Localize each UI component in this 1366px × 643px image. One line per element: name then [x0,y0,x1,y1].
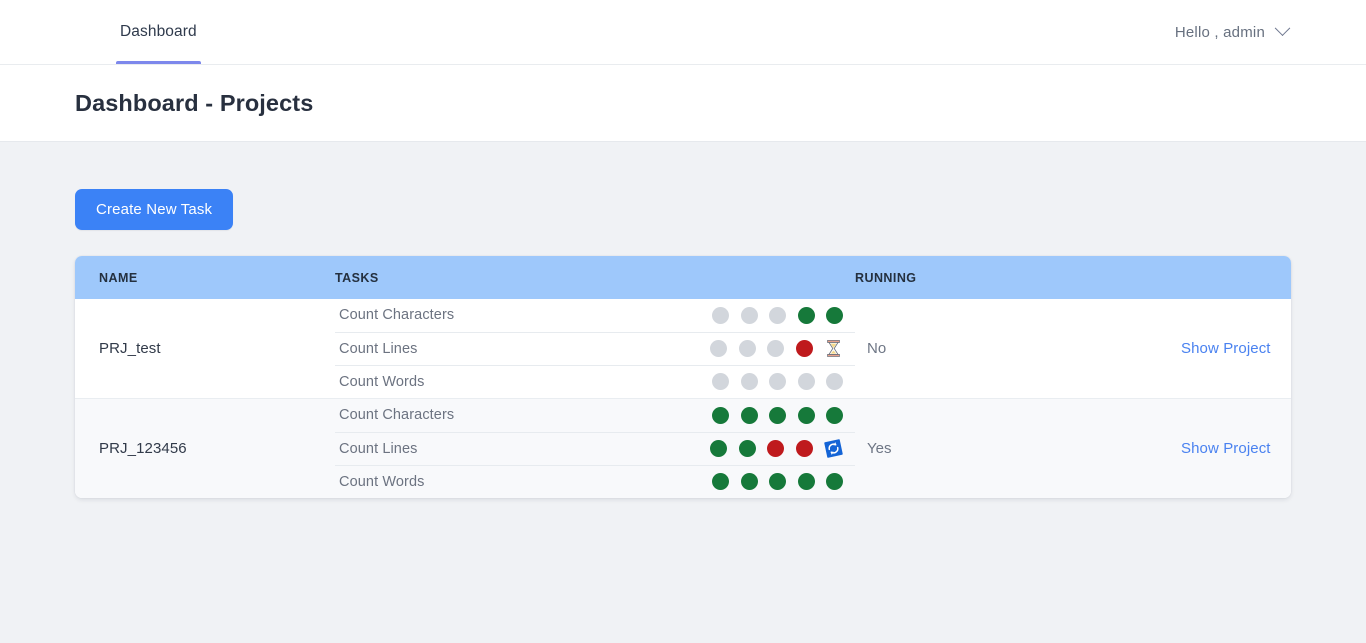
project-action-cell: Show Project [1181,398,1291,498]
column-header-action [1181,256,1291,299]
status-dot-grey [826,373,843,391]
hourglass-icon [824,339,843,358]
table-header-row: NAME TASKS RUNNING [75,256,1291,299]
project-running-cell: Yes [855,398,1181,498]
status-dot-green [740,406,758,424]
projects-table: NAME TASKS RUNNING PRJ_test Count Charac… [75,256,1291,498]
task-label: Count Words [335,464,685,498]
status-dot-green [712,406,730,424]
task-label: Count Lines [335,431,685,465]
task-label: Count Lines [335,331,685,365]
status-dot-green [769,406,787,424]
page-title-band: Dashboard - Projects [0,65,1366,142]
projects-table-card: NAME TASKS RUNNING PRJ_test Count Charac… [75,256,1291,498]
project-action-cell: Show Project [1181,299,1291,399]
status-dot-green [826,306,843,324]
task-row: Count Words [335,464,855,498]
status-dot-green [797,306,815,324]
status-dot-grey [769,373,787,391]
project-running-cell: No [867,340,887,357]
status-dot-green [740,473,758,491]
status-dot-green [797,406,815,424]
status-dot-red [795,440,813,457]
show-project-link[interactable]: Show Project [1181,340,1271,357]
projects-table-body: PRJ_test Count Characters Count Lines Co… [75,299,1291,498]
status-dot-grey [738,340,756,357]
task-list: Count Characters Count Lines Count Words [335,299,855,398]
status-dot-green [826,406,843,424]
task-status-dots [685,464,855,498]
nav-tab-list: Dashboard [116,0,201,64]
task-row: Count Characters [335,399,855,432]
task-status-dots [685,364,855,398]
tab-dashboard-label: Dashboard [120,23,197,40]
create-new-task-button[interactable]: Create New Task [75,189,234,230]
status-dot-green [797,473,815,491]
status-dot-green [710,440,728,457]
task-row: Count Words [335,364,855,398]
task-list: Count Characters Count Lines Count Words [335,399,855,498]
task-label: Count Words [335,364,685,398]
project-tasks-cell: Count Characters Count Lines Count Words [335,299,855,399]
status-dot-green [826,473,843,491]
status-dot-grey [767,340,785,357]
column-header-name: NAME [75,256,335,299]
status-dot-green [769,473,787,491]
status-dot-red [767,440,785,457]
project-tasks-cell: Count Characters Count Lines Count Words [335,398,855,498]
task-status-dots [685,399,855,432]
project-name-cell: PRJ_123456 [75,398,335,498]
status-dot-grey [712,373,730,391]
top-navbar: Dashboard Hello , admin [0,0,1366,65]
chevron-down-icon [1274,19,1291,36]
project-name-cell: PRJ_test [99,340,161,357]
task-status-dots [685,431,855,465]
table-row: PRJ_test Count Characters Count Lines Co… [75,299,1291,399]
status-dot-green [712,473,730,491]
column-header-running: RUNNING [855,256,1181,299]
page-title: Dashboard - Projects [75,89,314,116]
task-label: Count Characters [339,407,455,424]
table-row: PRJ_123456 Count Characters Count Lines … [75,398,1291,498]
status-dot-grey [712,306,730,324]
task-row: Count Characters [335,299,855,332]
tab-dashboard[interactable]: Dashboard [116,0,201,64]
projects-table-head: NAME TASKS RUNNING [75,256,1291,299]
task-label: Count Characters [339,307,455,324]
status-dot-grey [710,340,728,357]
column-header-tasks: TASKS [335,256,855,299]
status-dot-grey [797,373,815,391]
refresh-icon [824,439,843,458]
task-row: Count Lines [335,331,855,365]
status-dot-grey [769,306,787,324]
show-project-link[interactable]: Show Project [1181,440,1271,457]
user-greeting-label: Hello , admin [1174,23,1265,41]
status-dot-green [738,440,756,457]
status-dot-grey [740,306,758,324]
task-row: Count Lines [335,431,855,465]
status-dot-red [795,340,813,357]
task-status-dots [685,331,855,365]
main-content: Create New Task NAME TASKS RUNNING PRJ_t… [0,142,1366,498]
user-menu[interactable]: Hello , admin [1175,0,1366,64]
task-status-dots [685,299,855,332]
status-dot-grey [740,373,758,391]
